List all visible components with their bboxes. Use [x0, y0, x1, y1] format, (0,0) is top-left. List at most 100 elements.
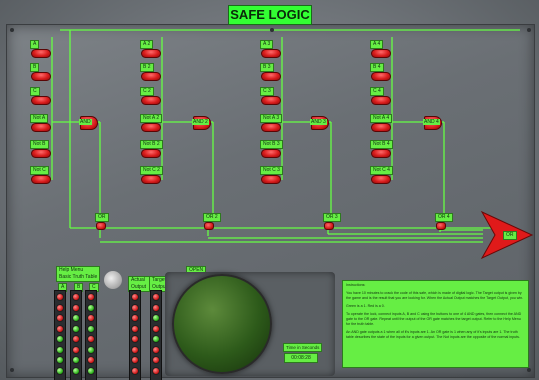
instructions-p3: To operate the lock, connect inputs A, B…: [346, 312, 522, 326]
led-red: [152, 293, 160, 301]
led-red: [56, 314, 64, 322]
timer-value: 00:08:28: [284, 353, 318, 363]
led-red: [152, 356, 160, 364]
input-label: B: [30, 63, 40, 72]
input-toggle-button[interactable]: [31, 175, 51, 184]
input-label: C 4: [370, 87, 384, 96]
input-label: Not A 2: [140, 114, 163, 123]
led-green: [87, 366, 95, 375]
knob-hole: [104, 271, 122, 289]
led-red: [87, 335, 95, 343]
input-toggle-button[interactable]: [141, 49, 161, 58]
input-label: C 2: [140, 87, 154, 96]
bolt: [527, 368, 531, 372]
led-green: [56, 366, 64, 375]
input-label: B 2: [140, 63, 154, 72]
led-red: [87, 314, 95, 322]
or-gate[interactable]: [436, 222, 446, 230]
led-red: [131, 345, 139, 354]
input-label: A 4: [370, 40, 384, 49]
input-toggle-button[interactable]: [141, 149, 161, 158]
instructions-p1: You have 10 minutes to crack the code of…: [346, 291, 524, 300]
input-toggle-button[interactable]: [31, 123, 51, 132]
led-red: [131, 324, 139, 333]
input-toggle-button[interactable]: [261, 72, 281, 81]
input-label: C: [30, 87, 40, 96]
instructions-heading: Instructions:: [346, 283, 366, 287]
and-gate[interactable]: AND: [79, 116, 98, 130]
input-label: B 4: [370, 63, 384, 72]
input-label: A 3: [260, 40, 274, 49]
bolt: [10, 368, 14, 372]
input-label: Not C: [30, 166, 49, 175]
input-toggle-button[interactable]: [31, 149, 51, 158]
input-toggle-button[interactable]: [31, 96, 51, 105]
led-green: [87, 324, 95, 333]
bolt: [270, 28, 274, 32]
input-toggle-button[interactable]: [141, 175, 161, 184]
led-green: [72, 324, 80, 333]
led-red: [56, 303, 64, 312]
and-gate-label: AND 2: [192, 119, 209, 125]
input-label: Not B 4: [370, 140, 393, 149]
led-green: [72, 314, 80, 322]
led-red: [131, 314, 139, 322]
led-red: [152, 366, 160, 375]
input-toggle-button[interactable]: [141, 123, 161, 132]
led-green: [56, 335, 64, 343]
led-green: [72, 356, 80, 364]
input-toggle-button[interactable]: [371, 96, 391, 105]
input-toggle-button[interactable]: [31, 49, 51, 58]
led-red: [72, 293, 80, 301]
input-toggle-button[interactable]: [371, 149, 391, 158]
input-toggle-button[interactable]: [261, 175, 281, 184]
led-red: [72, 345, 80, 354]
input-toggle-button[interactable]: [141, 72, 161, 81]
and-gate[interactable]: AND 4: [423, 116, 442, 130]
safe-dial[interactable]: [172, 274, 272, 374]
input-label: Not B: [30, 140, 49, 149]
led-green: [56, 345, 64, 354]
input-toggle-button[interactable]: [371, 49, 391, 58]
input-label: Not A 4: [370, 114, 393, 123]
help-menu-label: Help Menu: [59, 267, 84, 273]
input-toggle-button[interactable]: [141, 96, 161, 105]
led-red: [56, 293, 64, 301]
led-red: [152, 345, 160, 354]
led-green: [56, 356, 64, 364]
help-menu-button[interactable]: Help Menu Basic Truth Table: [56, 266, 101, 282]
led-red: [131, 366, 139, 375]
led-red: [131, 293, 139, 301]
input-toggle-button[interactable]: [261, 123, 281, 132]
input-label: Not A 3: [260, 114, 283, 123]
and-gate[interactable]: AND 2: [192, 116, 211, 130]
input-label: A: [30, 40, 40, 49]
input-toggle-button[interactable]: [31, 72, 51, 81]
bolt: [527, 28, 531, 32]
final-or-label: OR: [503, 231, 517, 240]
game-title: SAFE LOGIC: [228, 5, 312, 25]
input-toggle-button[interactable]: [371, 175, 391, 184]
or-gate-label: OR 3: [323, 213, 341, 222]
input-toggle-button[interactable]: [261, 49, 281, 58]
led-green: [152, 335, 160, 343]
instructions-panel: Instructions: You have 10 minutes to cra…: [342, 280, 529, 368]
input-label: A 2: [140, 40, 154, 49]
input-toggle-button[interactable]: [261, 96, 281, 105]
or-gate[interactable]: [96, 222, 106, 230]
input-label: B 3: [260, 63, 274, 72]
truth-table-label: Basic Truth Table: [59, 274, 98, 280]
or-gate[interactable]: [204, 222, 214, 230]
led-green: [152, 314, 160, 322]
bolt: [10, 28, 14, 32]
input-toggle-button[interactable]: [371, 123, 391, 132]
or-gate[interactable]: [324, 222, 334, 230]
input-label: Not C 3: [260, 166, 283, 175]
led-red: [152, 303, 160, 312]
led-red: [87, 356, 95, 364]
led-red: [131, 356, 139, 364]
and-gate[interactable]: AND 3: [310, 116, 329, 130]
input-toggle-button[interactable]: [261, 149, 281, 158]
led-red: [56, 324, 64, 333]
input-toggle-button[interactable]: [371, 72, 391, 81]
